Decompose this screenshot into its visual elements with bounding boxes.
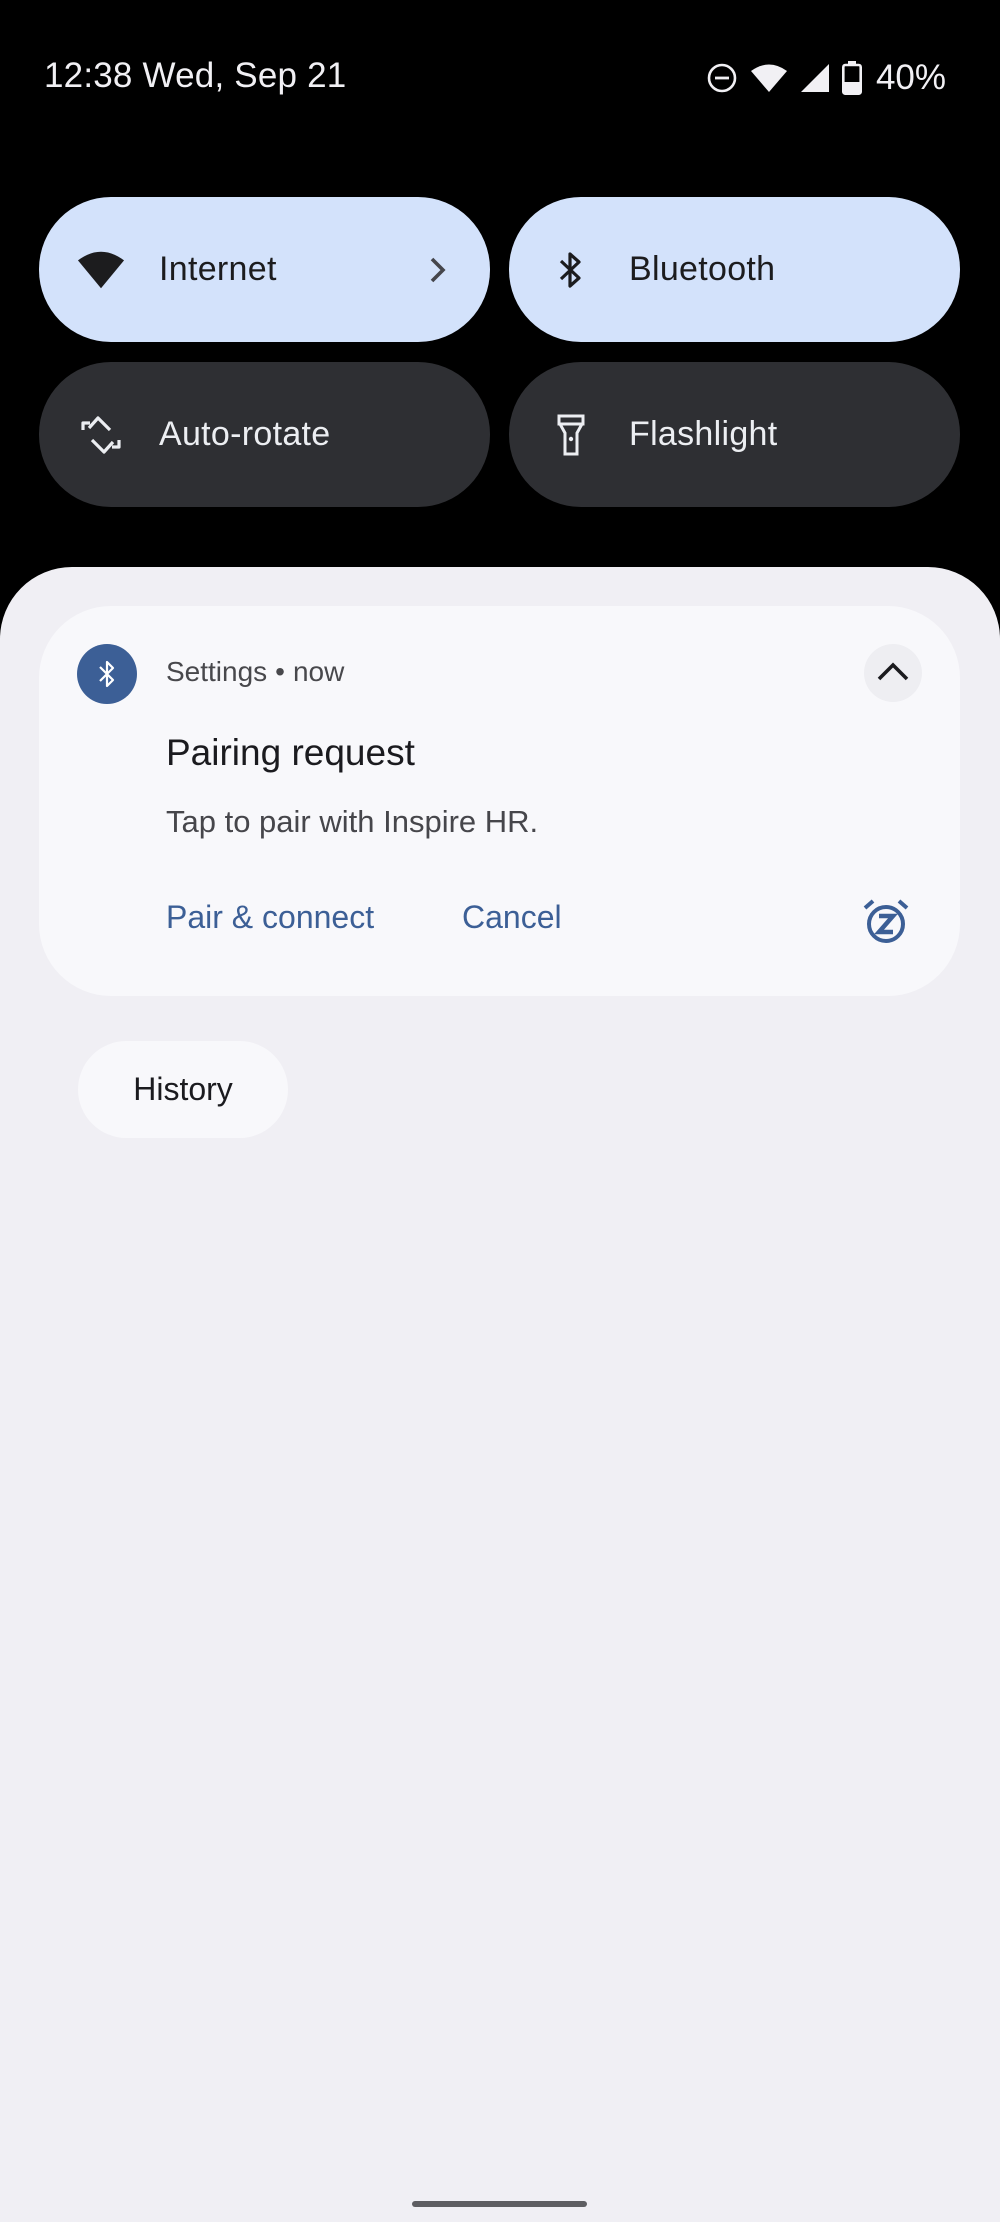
tile-internet[interactable]: Internet <box>39 197 490 342</box>
battery-percentage: 40% <box>875 58 946 97</box>
history-button[interactable]: History <box>78 1041 288 1138</box>
navigation-handle[interactable] <box>412 2201 587 2207</box>
cellular-signal-icon <box>800 63 830 93</box>
tile-flashlight[interactable]: Flashlight <box>509 362 960 507</box>
tile-auto-rotate[interactable]: Auto-rotate <box>39 362 490 507</box>
tile-label: Flashlight <box>629 415 778 453</box>
do-not-disturb-icon <box>706 62 738 94</box>
auto-rotate-icon <box>77 411 125 459</box>
tile-label: Auto-rotate <box>159 415 331 453</box>
notification-card[interactable]: Settings • now Pairing request Tap to pair… <box>39 606 960 996</box>
app-name: Settings <box>166 656 268 687</box>
wifi-icon <box>77 246 125 294</box>
clock-date: 12:38 Wed, Sep 21 <box>44 56 347 95</box>
bluetooth-icon <box>77 644 137 704</box>
tile-bluetooth[interactable]: Bluetooth <box>509 197 960 342</box>
notification-title: Pairing request <box>166 732 415 773</box>
chevron-up-icon <box>876 660 910 687</box>
status-bar: 12:38 Wed, Sep 21 40% <box>0 0 1000 160</box>
tile-label: Bluetooth <box>629 250 776 288</box>
quick-settings: Internet Bluetooth Auto-rotate Flashligh… <box>39 197 960 507</box>
tile-label: Internet <box>159 250 277 288</box>
snooze-alarm-icon[interactable] <box>861 896 911 946</box>
cancel-button[interactable]: Cancel <box>462 899 562 936</box>
bluetooth-icon <box>547 246 595 294</box>
separator: • <box>275 656 285 687</box>
wifi-icon <box>750 62 788 94</box>
notification-text: Tap to pair with Inspire HR. <box>166 804 539 839</box>
flashlight-icon <box>547 411 595 459</box>
pair-and-connect-button[interactable]: Pair & connect <box>166 899 374 936</box>
battery-icon <box>841 61 862 95</box>
status-icons: 40% <box>706 56 946 100</box>
notification-header: Settings • now <box>166 656 344 688</box>
notification-time: now <box>292 656 345 687</box>
collapse-button[interactable] <box>864 644 922 702</box>
chevron-right-icon[interactable] <box>426 255 450 285</box>
